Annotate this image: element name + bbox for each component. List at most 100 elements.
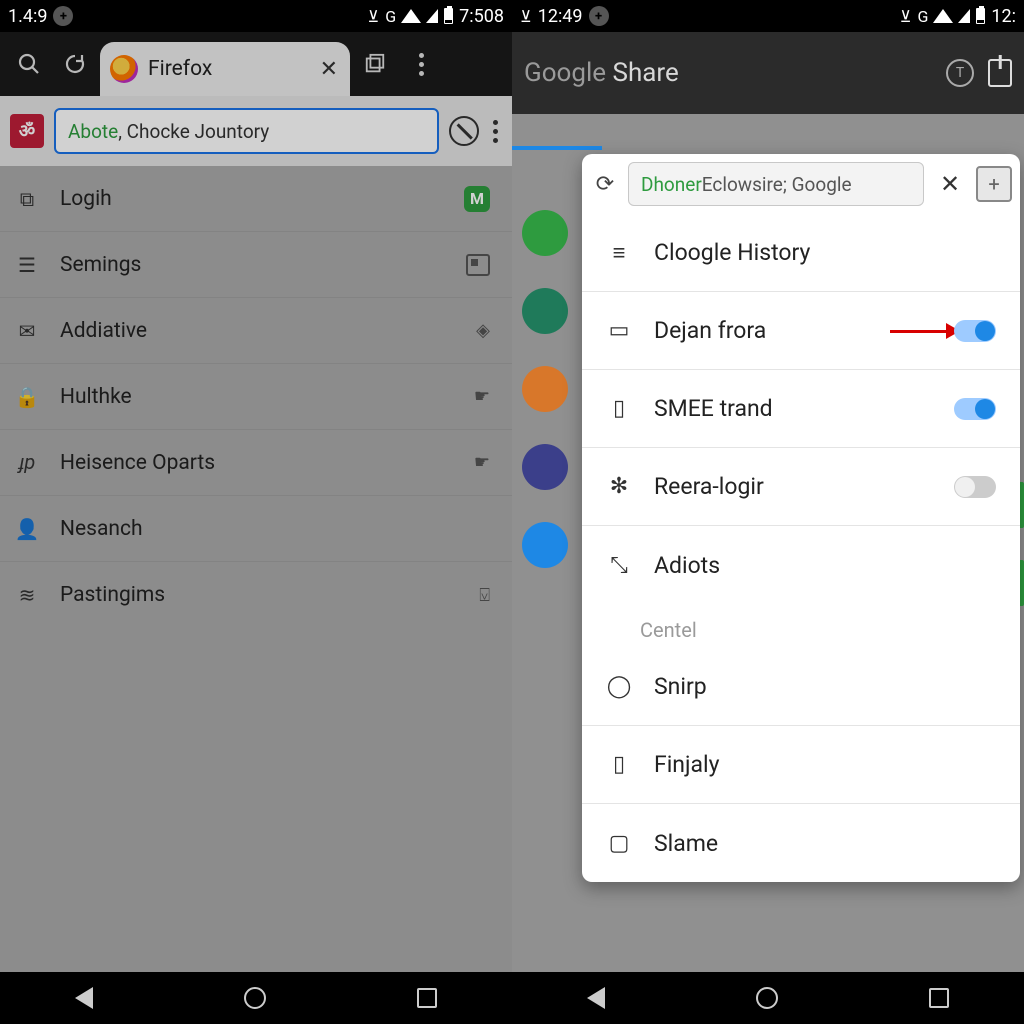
status-pill-icon: +	[589, 6, 609, 26]
browser-tab[interactable]: Firefox ✕	[100, 42, 350, 96]
cast-icon: ⊻	[368, 7, 380, 26]
status-time-left: 1.4:9	[8, 6, 47, 27]
phone-right: ⊻ 12:49 + ⊻ G 12: Google Share T	[512, 0, 1024, 1024]
g-icon: G	[918, 7, 929, 26]
menu-popup: ⟳ Dhoner Eclowsire; Google ✕ + ≡ Cloogle…	[582, 154, 1020, 882]
popup-item-reera[interactable]: ✻ Reera-logir	[582, 448, 1020, 526]
page-menu-button[interactable]	[489, 120, 502, 143]
hand-icon: ☛	[474, 452, 490, 473]
toggle-reera[interactable]	[954, 476, 996, 498]
cast-icon: ⊻	[900, 7, 912, 26]
system-nav-bar	[0, 972, 512, 1024]
tab-title: Firefox	[148, 57, 212, 81]
phone-left: 1.4:9 + ⊻ G 7:508	[0, 0, 512, 1024]
status-bar: 1.4:9 + ⊻ G 7:508	[0, 0, 512, 32]
overflow-menu-button[interactable]	[400, 43, 442, 85]
nav-recent-button[interactable]	[417, 988, 437, 1008]
popup-item-dejan[interactable]: ▭ Dejan frora	[582, 292, 1020, 370]
reload-icon[interactable]: ⟳	[590, 172, 620, 197]
popup-item-label: Snirp	[654, 673, 707, 700]
nav-home-button[interactable]	[756, 987, 778, 1009]
menu-label: Heisence Oparts	[60, 451, 215, 475]
hand-icon: ☛	[474, 386, 490, 407]
play-box-icon: ▢	[606, 831, 632, 856]
popup-url-row: ⟳ Dhoner Eclowsire; Google ✕ +	[582, 154, 1020, 214]
popup-item-label: Slame	[654, 830, 718, 857]
popup-item-adiots[interactable]: ⤡ Adiots	[582, 526, 1020, 604]
history-icon: ≡	[606, 240, 632, 266]
shuffle-icon: ⤡	[606, 553, 632, 578]
check-circle-icon: ◯	[606, 674, 632, 699]
popup-item-history[interactable]: ≡ Cloogle History	[582, 214, 1020, 292]
menu-label: Pastingims	[60, 583, 165, 607]
share-icon[interactable]	[988, 59, 1012, 87]
popup-item-label: Cloogle History	[654, 239, 810, 266]
url-bar-row: ॐ Abote, Chocke Jountory	[0, 96, 512, 166]
red-arrow-annotation	[890, 323, 960, 339]
popup-url-input[interactable]: Dhoner Eclowsire; Google	[628, 162, 924, 206]
system-nav-bar	[512, 972, 1024, 1024]
search-button[interactable]	[8, 43, 50, 85]
tracking-block-icon[interactable]	[449, 116, 479, 146]
app-avatar	[522, 444, 568, 490]
app-header: Google Share T	[512, 32, 1024, 114]
list-icon: ɟp	[14, 450, 40, 475]
menu-item-nesanch[interactable]: 👤 Nesanch	[0, 496, 512, 562]
list-icon: ☰	[14, 253, 40, 277]
close-tab-button[interactable]: ✕	[320, 57, 338, 82]
app-avatar	[522, 366, 568, 412]
box-icon	[466, 254, 490, 276]
status-pill-icon: +	[53, 6, 73, 26]
menu-label: Semings	[60, 253, 141, 277]
url-input[interactable]: Abote, Chocke Jountory	[54, 108, 439, 154]
app-avatar	[522, 522, 568, 568]
tab-strip: Firefox ✕	[0, 32, 512, 96]
popup-close-button[interactable]: ✕	[932, 170, 968, 198]
toggle-dejan[interactable]	[954, 320, 996, 342]
diamond-icon: ◈	[476, 320, 490, 341]
reload-button[interactable]	[54, 43, 96, 85]
battery-icon	[444, 8, 453, 24]
popup-item-label: Finjaly	[654, 751, 720, 778]
tab-count-icon[interactable]: T	[946, 59, 974, 87]
m-badge-icon: M	[464, 186, 490, 212]
signal-icon	[426, 9, 438, 23]
popup-item-label: Adiots	[654, 552, 720, 579]
tabs-button[interactable]	[354, 43, 396, 85]
popup-item-finjaly[interactable]: ▯ Finjaly	[582, 726, 1020, 804]
bug-icon: ✻	[606, 474, 632, 499]
menu-item-hulthke[interactable]: 🔒 Hulthke ☛	[0, 364, 512, 430]
menu-item-addiative[interactable]: ✉ Addiative ◈	[0, 298, 512, 364]
popup-item-snirp[interactable]: ◯ Snirp	[582, 648, 1020, 726]
site-brand-icon: ॐ	[10, 114, 44, 148]
menu-item-logih[interactable]: ⧉ Logih M	[0, 166, 512, 232]
background-app-list	[522, 210, 568, 568]
app-avatar	[522, 288, 568, 334]
nav-home-button[interactable]	[244, 987, 266, 1009]
menu-item-pastingims[interactable]: ≋ Pastingims ⍌	[0, 562, 512, 628]
new-tab-button[interactable]: +	[976, 166, 1012, 202]
popup-item-slame[interactable]: ▢ Slame	[582, 804, 1020, 882]
menu-item-heisence[interactable]: ɟp Heisence Oparts ☛	[0, 430, 512, 496]
menu-item-semings[interactable]: ☰ Semings	[0, 232, 512, 298]
lock-icon: 🔒	[14, 385, 40, 409]
menu-label: Logih	[60, 187, 112, 211]
app-avatar	[522, 210, 568, 256]
phone-icon: ▯	[606, 396, 632, 421]
nav-back-button[interactable]	[587, 987, 605, 1009]
popup-item-smee[interactable]: ▯ SMEE trand	[582, 370, 1020, 448]
left-content: Firefox ✕ ॐ Abote, Chocke Jountory	[0, 32, 512, 972]
url-highlight: Abote	[68, 120, 118, 143]
status-bar: ⊻ 12:49 + ⊻ G 12:	[512, 0, 1024, 32]
nav-recent-button[interactable]	[929, 988, 949, 1008]
folder-icon: ▭	[606, 318, 632, 343]
nav-back-button[interactable]	[75, 987, 93, 1009]
status-time-left: 12:49	[538, 6, 583, 27]
status-time-right: 12:	[991, 6, 1016, 27]
wifi-icon	[934, 9, 952, 23]
toggle-smee[interactable]	[954, 398, 996, 420]
menu-label: Addiative	[60, 319, 147, 343]
list-icon: ⧉	[14, 187, 40, 211]
list-icon: ✉	[14, 319, 40, 343]
header-share: Share	[606, 58, 679, 88]
